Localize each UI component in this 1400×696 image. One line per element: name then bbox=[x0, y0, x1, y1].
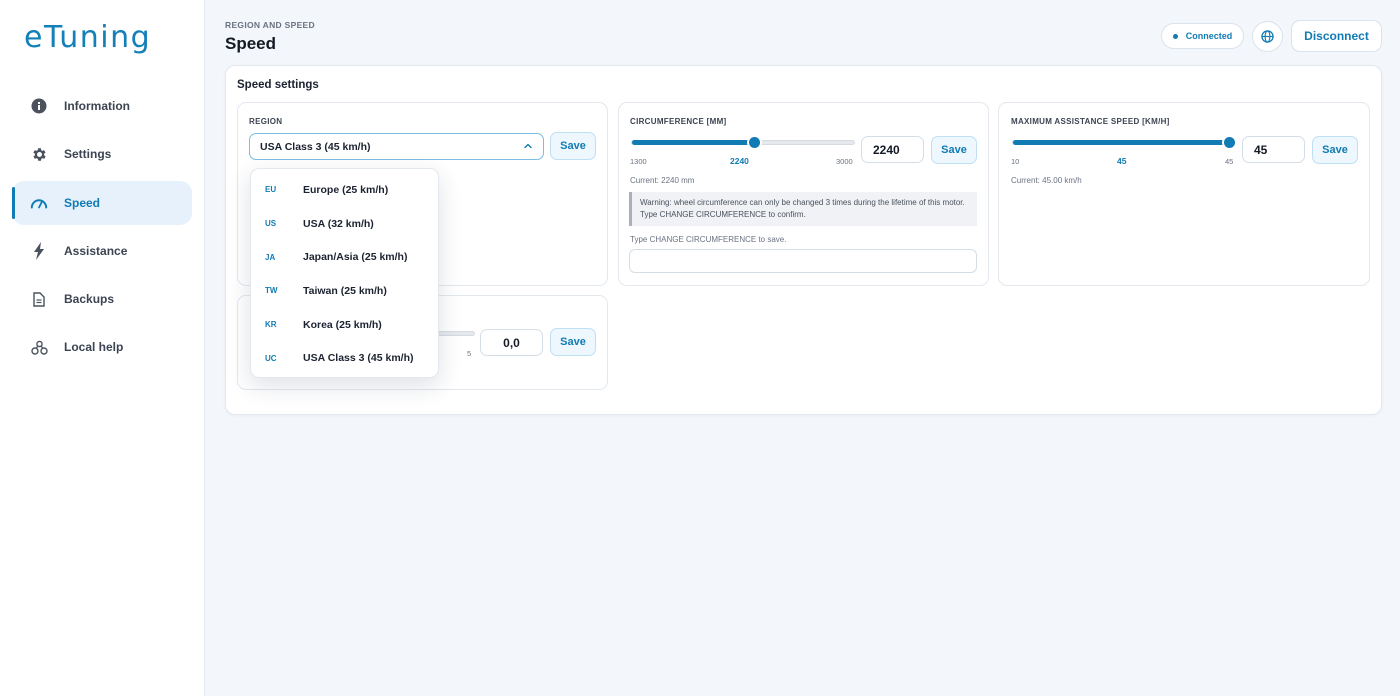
region-label: REGION bbox=[249, 117, 283, 126]
sidebar-nav: Information Settings Speed Assistance Ba… bbox=[12, 84, 192, 374]
language-button[interactable] bbox=[1252, 21, 1283, 52]
max-speed-label: MAXIMUM ASSISTANCE SPEED [KM/H] bbox=[1011, 117, 1170, 126]
globe-icon bbox=[1261, 30, 1274, 43]
route-icon bbox=[30, 338, 48, 356]
region-select[interactable]: USA Class 3 (45 km/h) bbox=[249, 133, 544, 160]
circumference-warning: Warning: wheel circumference can only be… bbox=[629, 192, 977, 226]
fourth-setting-input[interactable]: 0,0 bbox=[480, 329, 543, 356]
page-eyebrow: REGION AND SPEED bbox=[225, 20, 315, 30]
slider-fill bbox=[1013, 140, 1229, 145]
fourth-setting-save-button[interactable]: Save bbox=[550, 328, 596, 356]
section-title: Speed settings bbox=[237, 79, 319, 91]
sidebar-item-label: Backups bbox=[64, 292, 115, 307]
sidebar-item-settings[interactable]: Settings bbox=[12, 132, 192, 176]
region-option-name: USA (32 km/h) bbox=[303, 217, 374, 230]
region-dropdown-menu: EU Europe (25 km/h) US USA (32 km/h) JA … bbox=[250, 168, 439, 378]
info-icon bbox=[30, 97, 48, 115]
region-option-code: TW bbox=[265, 286, 278, 296]
circumference-save-button[interactable]: Save bbox=[931, 136, 977, 164]
sidebar-item-information[interactable]: Information bbox=[12, 84, 192, 128]
sidebar-item-backups[interactable]: Backups bbox=[12, 277, 192, 321]
region-option-kr[interactable]: KR Korea (25 km/h) bbox=[251, 308, 438, 342]
sidebar-item-speed[interactable]: Speed bbox=[12, 180, 192, 225]
sidebar-item-label: Assistance bbox=[64, 243, 128, 258]
sidebar: eTuning Information Settings Speed Assis… bbox=[0, 0, 205, 696]
sidebar-item-label: Speed bbox=[64, 195, 101, 210]
slider-max-label: 5 bbox=[467, 349, 472, 358]
sidebar-item-local-help[interactable]: Local help bbox=[12, 325, 192, 369]
region-option-code: EU bbox=[265, 185, 277, 195]
sidebar-item-label: Information bbox=[64, 99, 130, 113]
sidebar-item-label: Local help bbox=[64, 340, 124, 355]
slider-max-label: 3000 bbox=[836, 157, 853, 166]
region-option-tw[interactable]: TW Taiwan (25 km/h) bbox=[251, 274, 438, 308]
sidebar-item-label: Settings bbox=[64, 147, 112, 162]
circumference-current-text: Current: 2240 mm bbox=[630, 176, 695, 185]
status-text: Connected bbox=[1185, 31, 1233, 41]
slider-current-label: 45 bbox=[1117, 156, 1127, 166]
sidebar-item-assistance[interactable]: Assistance bbox=[12, 229, 192, 273]
region-option-code: US bbox=[265, 219, 277, 229]
region-option-eu[interactable]: EU Europe (25 km/h) bbox=[251, 173, 438, 207]
status-dot-icon bbox=[1172, 33, 1178, 39]
region-option-code: UC bbox=[265, 353, 277, 363]
max-speed-panel bbox=[998, 102, 1370, 286]
slider-min-label: 10 bbox=[1011, 157, 1020, 166]
circumference-slider[interactable] bbox=[631, 137, 855, 148]
region-option-code: JA bbox=[265, 252, 276, 262]
max-speed-current-text: Current: 45.00 km/h bbox=[1011, 176, 1082, 185]
circumference-label: CIRCUMFERENCE [MM] bbox=[630, 117, 727, 126]
connection-status-badge: Connected bbox=[1161, 23, 1244, 49]
max-speed-slider[interactable] bbox=[1012, 137, 1235, 148]
max-speed-save-button[interactable]: Save bbox=[1312, 136, 1358, 164]
app-logo: eTuning bbox=[24, 20, 152, 55]
gear-icon bbox=[30, 145, 48, 163]
circumference-input[interactable]: 2240 bbox=[861, 136, 924, 163]
disconnect-button[interactable]: Disconnect bbox=[1291, 20, 1382, 52]
max-speed-input[interactable]: 45 bbox=[1242, 136, 1305, 163]
page-title: Speed bbox=[225, 34, 277, 53]
region-selected-value: USA Class 3 (45 km/h) bbox=[260, 140, 371, 153]
region-option-name: USA Class 3 (45 km/h) bbox=[303, 352, 414, 365]
region-option-name: Japan/Asia (25 km/h) bbox=[303, 251, 408, 264]
slider-min-label: 1300 bbox=[630, 157, 647, 166]
region-option-ja[interactable]: JA Japan/Asia (25 km/h) bbox=[251, 240, 438, 274]
region-save-button[interactable]: Save bbox=[550, 132, 596, 160]
slider-max-label: 45 bbox=[1225, 157, 1234, 166]
slider-thumb[interactable] bbox=[1223, 137, 1235, 148]
region-option-name: Europe (25 km/h) bbox=[303, 183, 389, 196]
slider-current-label: 2240 bbox=[730, 156, 749, 166]
confirm-circumference-input[interactable] bbox=[629, 249, 977, 273]
region-option-name: Korea (25 km/h) bbox=[303, 318, 382, 331]
document-icon bbox=[30, 290, 48, 308]
chevron-up-icon bbox=[524, 143, 532, 149]
region-option-code: KR bbox=[265, 320, 277, 330]
speedometer-icon bbox=[30, 194, 48, 212]
lightning-icon bbox=[30, 241, 48, 260]
slider-fill bbox=[632, 140, 755, 145]
confirm-instruction: Type CHANGE CIRCUMFERENCE to save. bbox=[630, 235, 787, 244]
region-option-uc[interactable]: UC USA Class 3 (45 km/h) bbox=[251, 341, 438, 375]
region-option-name: Taiwan (25 km/h) bbox=[303, 284, 387, 297]
region-option-us[interactable]: US USA (32 km/h) bbox=[251, 207, 438, 241]
